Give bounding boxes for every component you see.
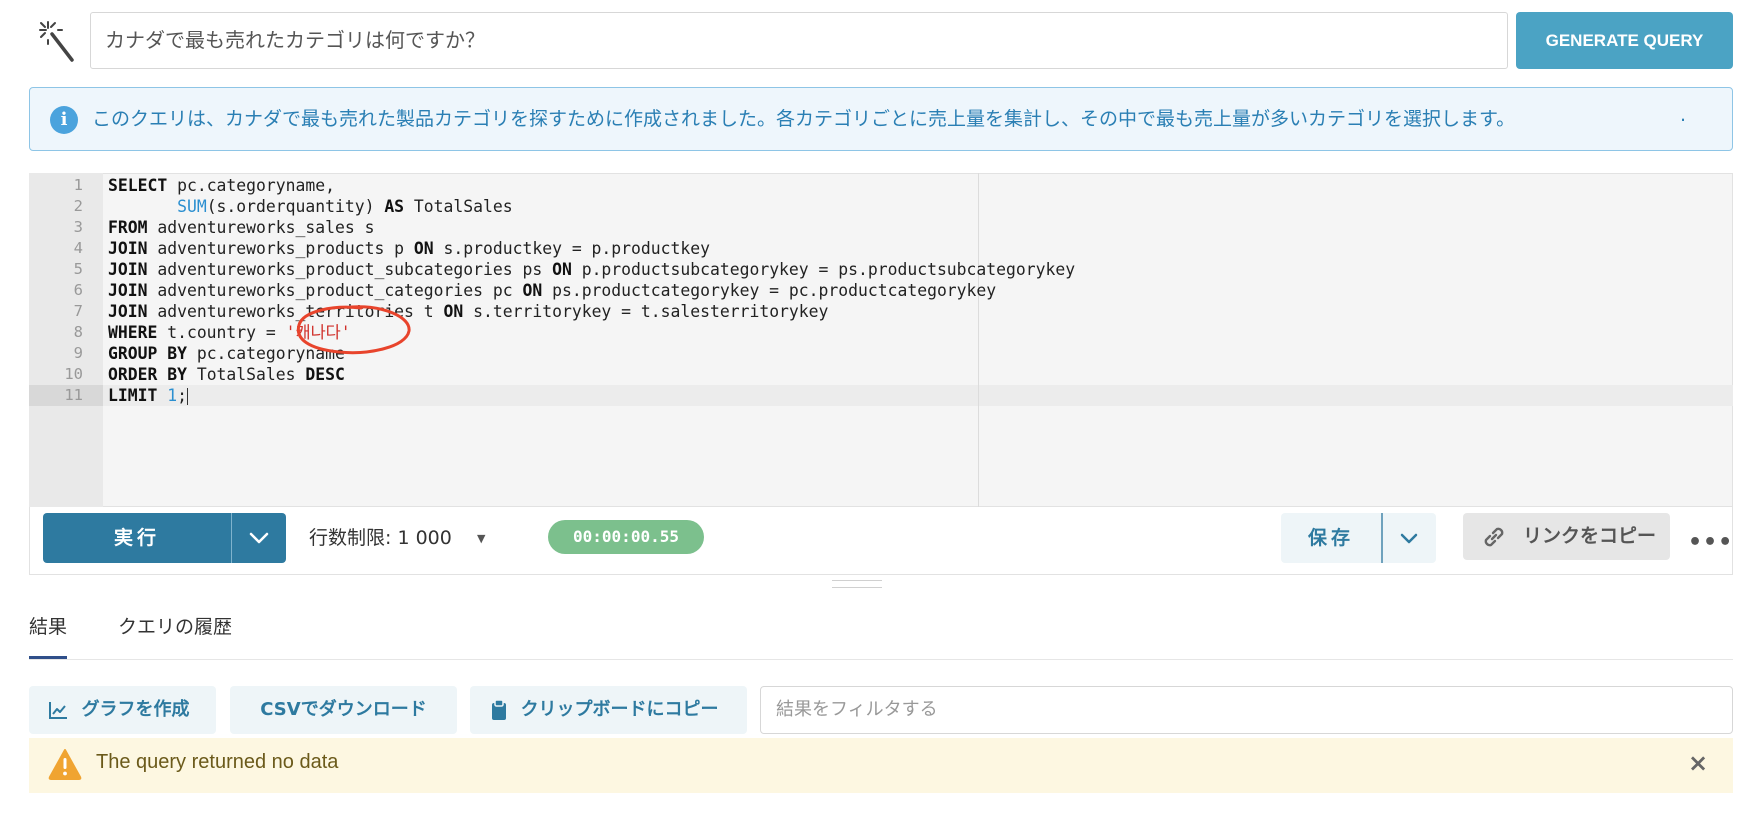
code-line-11: LIMIT 1;: [108, 385, 188, 406]
code-keyword: FROM: [108, 218, 148, 237]
copy-to-clipboard-label: クリップボードにコピー: [520, 699, 719, 720]
code-keyword: ON: [443, 302, 464, 321]
close-icon[interactable]: ×: [1688, 749, 1708, 777]
code-keyword: DESC: [305, 365, 345, 384]
code-line-6: JOIN adventureworks_product_categories p…: [108, 280, 996, 301]
print-margin: [978, 173, 979, 507]
code-text: t.country =: [157, 323, 286, 342]
info-text: このクエリは、カナダで最も売れた製品カテゴリを探すために作成されました。各カテゴ…: [92, 108, 1516, 130]
code-line-1: SELECT pc.categoryname,: [108, 175, 335, 196]
row-limit-label: 行数制限:: [309, 527, 392, 549]
link-icon: [1480, 523, 1508, 551]
more-options-icon[interactable]: •••: [1688, 530, 1733, 555]
code-keyword: SELECT: [108, 176, 168, 195]
code-keyword: JOIN: [108, 260, 148, 279]
code-keyword: LIMIT: [108, 386, 158, 405]
code-keyword: ON: [522, 281, 543, 300]
copy-link-label: リンクをコピー: [1523, 525, 1657, 547]
line-number: 4: [73, 239, 83, 257]
csv-download-button[interactable]: CSVでダウンロード: [230, 686, 457, 734]
code-keyword: JOIN: [108, 302, 148, 321]
tab-query-history[interactable]: クエリの履歴: [118, 612, 232, 639]
line-number: 2: [73, 197, 83, 215]
info-icon: i: [50, 106, 78, 134]
code-number: 1: [167, 386, 178, 405]
save-button[interactable]: 保存: [1281, 513, 1381, 563]
code-keyword: ORDER BY: [108, 365, 187, 384]
code-text: s.productkey = p.productkey: [433, 239, 710, 258]
code-text: (s.orderquantity): [206, 197, 385, 216]
chevron-down-icon: [1400, 533, 1418, 544]
generate-query-button[interactable]: GENERATE QUERY: [1516, 12, 1733, 69]
line-number: 5: [73, 260, 83, 278]
info-trailing: .: [1680, 104, 1687, 126]
question-input[interactable]: カナダで最も売れたカテゴリは何ですか？: [90, 12, 1508, 69]
code-function: SUM: [177, 197, 207, 216]
run-options-button[interactable]: [231, 513, 286, 563]
code-text: ps.productcategorykey = pc.productcatego…: [542, 281, 997, 300]
code-text: s.territorykey = t.salesterritorykey: [463, 302, 829, 321]
chevron-down-icon: [249, 532, 269, 544]
code-text: pc.categoryname,: [167, 176, 335, 195]
tabs-divider: [29, 659, 1733, 660]
code-line-7: JOIN adventureworks_territories t ON s.t…: [108, 301, 828, 322]
line-number: 1: [73, 176, 83, 194]
create-chart-button[interactable]: グラフを作成: [29, 686, 216, 734]
code-text: TotalSales: [404, 197, 513, 216]
code-line-3: FROM adventureworks_sales s: [108, 217, 374, 238]
line-number: 6: [73, 281, 83, 299]
code-text: adventureworks_sales s: [147, 218, 375, 237]
caret-down-icon[interactable]: ▼: [477, 532, 485, 545]
warning-icon: [48, 748, 82, 780]
line-number: 11: [64, 386, 83, 404]
line-chart-icon: [49, 702, 68, 719]
line-number: 8: [73, 323, 83, 341]
code-text: p.productsubcategorykey = ps.productsubc…: [571, 260, 1076, 279]
active-line-highlight: [29, 385, 1733, 406]
line-number: 9: [73, 344, 83, 362]
resize-handle[interactable]: [832, 580, 882, 588]
code-keyword: WHERE: [108, 323, 158, 342]
clipboard-icon: [492, 699, 507, 720]
row-limit-value: 1 000: [397, 527, 452, 549]
hand-drawn-circle-annotation: [293, 303, 415, 357]
code-text: adventureworks_product_categories pc: [147, 281, 523, 300]
code-line-10: ORDER BY TotalSales DESC: [108, 364, 345, 385]
warning-message: The query returned no data: [96, 751, 339, 773]
line-number: 10: [64, 365, 83, 383]
execution-time-badge: 00:00:00.55: [548, 520, 704, 554]
code-line-2: SUM(s.orderquantity) AS TotalSales: [108, 196, 513, 217]
code-keyword: ON: [413, 239, 434, 258]
code-text: TotalSales: [186, 365, 306, 384]
magic-wand-icon: [38, 20, 82, 64]
tab-results[interactable]: 結果: [29, 612, 67, 639]
copy-to-clipboard-button[interactable]: クリップボードにコピー: [470, 686, 747, 734]
code-keyword: ON: [552, 260, 572, 279]
code-keyword: JOIN: [108, 239, 148, 258]
code-text: ;: [177, 386, 187, 405]
results-filter-input[interactable]: 結果をフィルタする: [760, 686, 1733, 734]
run-button[interactable]: 実行: [43, 513, 231, 563]
code-keyword: GROUP BY: [108, 344, 187, 363]
save-options-button[interactable]: [1381, 513, 1436, 563]
code-line-5: JOIN adventureworks_product_subcategorie…: [108, 259, 1075, 280]
text-cursor: [186, 388, 188, 405]
line-number: 7: [73, 302, 83, 320]
line-number: 3: [73, 218, 83, 236]
code-text: adventureworks_product_subcategories ps: [147, 260, 553, 279]
code-line-4: JOIN adventureworks_products p ON s.prod…: [108, 238, 710, 259]
code-keyword: JOIN: [108, 281, 148, 300]
code-text: adventureworks_products p: [147, 239, 414, 258]
row-limit-select[interactable]: 行数制限: 1 000: [309, 524, 452, 552]
create-chart-label: グラフを作成: [81, 699, 190, 720]
code-keyword: AS: [384, 197, 405, 216]
